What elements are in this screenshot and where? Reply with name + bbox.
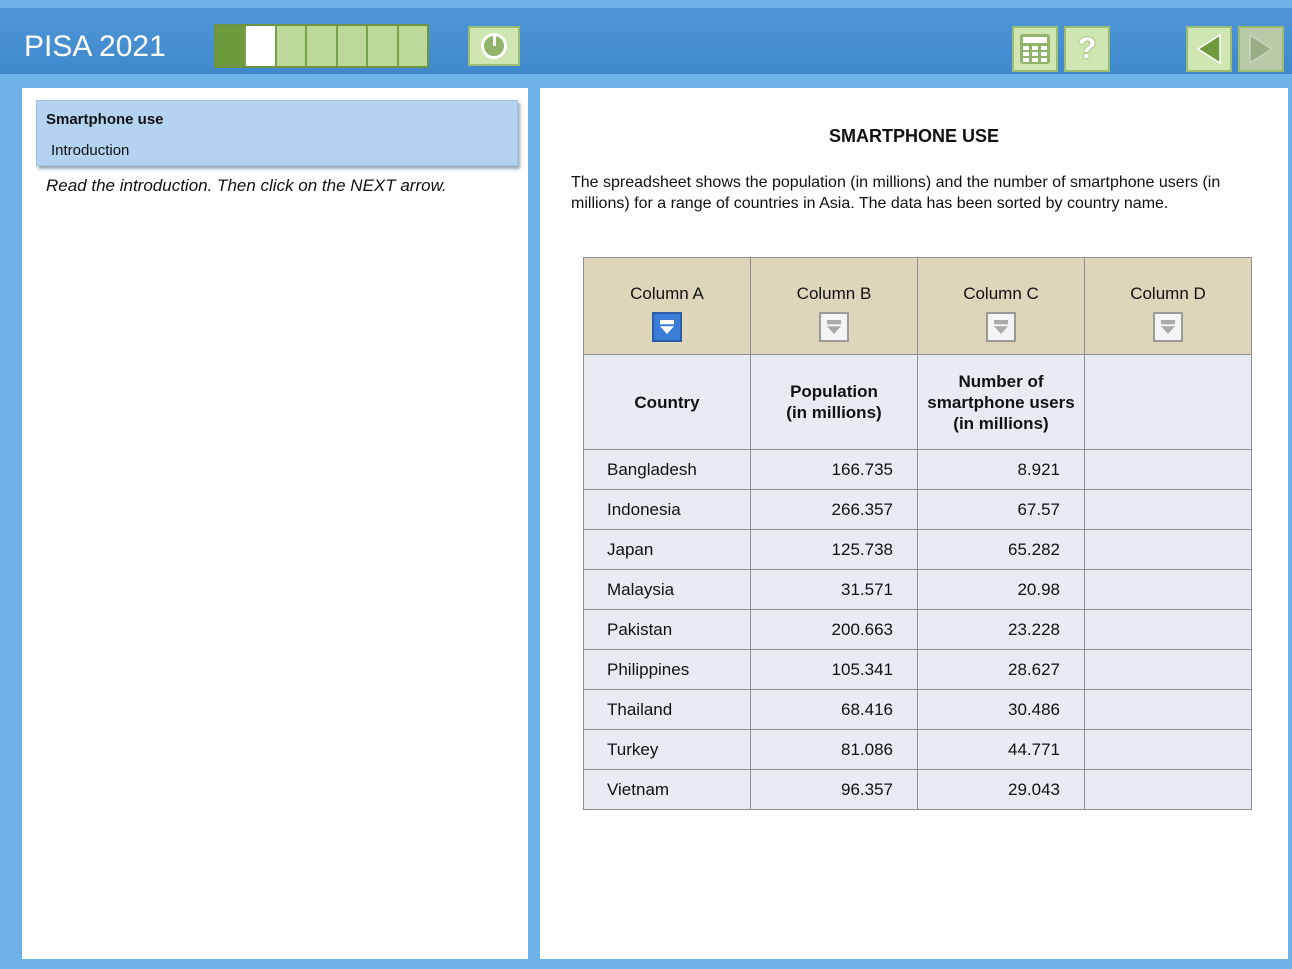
- table-row: Thailand 68.416 30.486: [583, 689, 1252, 730]
- cell-empty[interactable]: [1084, 449, 1252, 490]
- sort-down-icon: [827, 320, 841, 334]
- right-arrow-icon: [1249, 33, 1274, 65]
- cell-population[interactable]: 200.663: [750, 609, 918, 650]
- cell-population[interactable]: 96.357: [750, 769, 918, 810]
- stimulus-panel: SMARTPHONE USE The spreadsheet shows the…: [540, 88, 1288, 959]
- cell-population[interactable]: 166.735: [750, 449, 918, 490]
- sort-column-b-button[interactable]: [819, 312, 849, 342]
- cell-empty[interactable]: [1084, 569, 1252, 610]
- table-row: Bangladesh 166.735 8.921: [583, 449, 1252, 490]
- calculator-icon: [1020, 34, 1050, 64]
- cell-smartphone-users[interactable]: 30.486: [917, 689, 1085, 730]
- cell-smartphone-users[interactable]: 44.771: [917, 729, 1085, 770]
- column-label: Column A: [630, 284, 704, 303]
- cell-empty[interactable]: [1084, 489, 1252, 530]
- app-title: PISA 2021: [24, 30, 166, 63]
- table-row: Vietnam 96.357 29.043: [583, 769, 1252, 810]
- column-label: Column C: [963, 284, 1039, 303]
- table-row: Turkey 81.086 44.771: [583, 729, 1252, 770]
- progress-indicator: [214, 24, 429, 68]
- column-label-row: Column A Column B Column C Column D: [583, 257, 1252, 355]
- unit-title: Smartphone use: [46, 111, 164, 128]
- stimulus-heading: SMARTPHONE USE: [828, 126, 999, 146]
- back-button[interactable]: [1186, 26, 1232, 72]
- progress-segment: [368, 26, 397, 66]
- cell-population[interactable]: 266.357: [750, 489, 918, 530]
- field-header-population: Population (in millions): [750, 354, 918, 450]
- cell-empty[interactable]: [1084, 649, 1252, 690]
- sort-down-icon: [1161, 320, 1175, 334]
- cell-country[interactable]: Thailand: [583, 689, 751, 730]
- field-header-empty: [1084, 354, 1252, 450]
- calculator-button[interactable]: [1012, 26, 1058, 72]
- cell-smartphone-users[interactable]: 8.921: [917, 449, 1085, 490]
- instruction-text: Read the introduction. Then click on the…: [46, 176, 447, 195]
- spreadsheet: Column A Column B Column C Column D Coun…: [583, 257, 1252, 810]
- sort-column-c-button[interactable]: [986, 312, 1016, 342]
- help-button[interactable]: ?: [1064, 26, 1110, 72]
- column-label: Column B: [796, 284, 872, 303]
- top-toolbar: PISA 2021 ?: [0, 8, 1292, 74]
- field-header-smartphone-users: Number of smartphone users (in millions): [917, 354, 1085, 450]
- unit-subtitle: Introduction: [51, 142, 130, 159]
- cell-population[interactable]: 81.086: [750, 729, 918, 770]
- cell-country[interactable]: Malaysia: [583, 569, 751, 610]
- cell-country[interactable]: Pakistan: [583, 609, 751, 650]
- cell-smartphone-users[interactable]: 20.98: [917, 569, 1085, 610]
- progress-segment: [276, 26, 306, 66]
- cell-empty[interactable]: [1084, 609, 1252, 650]
- cell-country[interactable]: Turkey: [583, 729, 751, 770]
- cell-population[interactable]: 68.416: [750, 689, 918, 730]
- sort-column-a-button[interactable]: [652, 312, 682, 342]
- column-c-header: Column C: [917, 257, 1085, 355]
- column-b-header: Column B: [750, 257, 918, 355]
- sort-down-icon: [994, 320, 1008, 334]
- cell-empty[interactable]: [1084, 769, 1252, 810]
- cell-smartphone-users[interactable]: 67.57: [917, 489, 1085, 530]
- cell-country[interactable]: Vietnam: [583, 769, 751, 810]
- cell-empty[interactable]: [1084, 729, 1252, 770]
- table-row: Japan 125.738 65.282: [583, 529, 1252, 570]
- cell-country[interactable]: Indonesia: [583, 489, 751, 530]
- table-row: Pakistan 200.663 23.228: [583, 609, 1252, 650]
- help-icon: ?: [1077, 32, 1097, 65]
- left-panel: Smartphone use Introduction Read the int…: [22, 88, 528, 959]
- sort-down-icon: [660, 320, 674, 334]
- progress-segment: [398, 26, 427, 66]
- column-d-header: Column D: [1084, 257, 1252, 355]
- progress-segment: [337, 26, 367, 66]
- column-label: Column D: [1130, 284, 1206, 303]
- cell-country[interactable]: Philippines: [583, 649, 751, 690]
- stimulus-intro: The spreadsheet shows the population (in…: [571, 174, 1221, 212]
- progress-segment: [216, 26, 245, 66]
- timer-button[interactable]: [468, 26, 520, 66]
- field-header-country: Country: [583, 354, 751, 450]
- table-row: Indonesia 266.357 67.57: [583, 489, 1252, 530]
- cell-smartphone-users[interactable]: 23.228: [917, 609, 1085, 650]
- cell-population[interactable]: 125.738: [750, 529, 918, 570]
- cell-smartphone-users[interactable]: 29.043: [917, 769, 1085, 810]
- table-row: Malaysia 31.571 20.98: [583, 569, 1252, 610]
- cell-population[interactable]: 31.571: [750, 569, 918, 610]
- cell-smartphone-users[interactable]: 65.282: [917, 529, 1085, 570]
- progress-segment: [246, 26, 275, 66]
- unit-tab[interactable]: Smartphone use Introduction: [36, 100, 518, 166]
- cell-country[interactable]: Japan: [583, 529, 751, 570]
- cell-smartphone-users[interactable]: 28.627: [917, 649, 1085, 690]
- cell-country[interactable]: Bangladesh: [583, 449, 751, 490]
- table-row: Philippines 105.341 28.627: [583, 649, 1252, 690]
- field-header-row: Country Population (in millions) Number …: [583, 354, 1252, 450]
- clock-icon: [481, 33, 507, 59]
- cell-empty[interactable]: [1084, 529, 1252, 570]
- sort-column-d-button[interactable]: [1153, 312, 1183, 342]
- progress-segment: [307, 26, 336, 66]
- left-arrow-icon: [1196, 33, 1221, 65]
- cell-empty[interactable]: [1084, 689, 1252, 730]
- next-button[interactable]: [1238, 26, 1284, 72]
- column-a-header: Column A: [583, 257, 751, 355]
- cell-population[interactable]: 105.341: [750, 649, 918, 690]
